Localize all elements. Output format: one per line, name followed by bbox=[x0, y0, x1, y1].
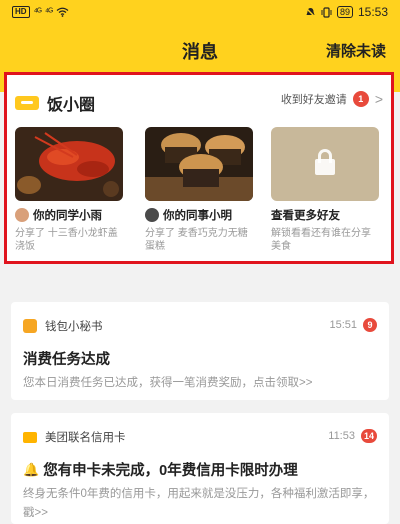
fan-circle-header: 饭小圈 bbox=[15, 91, 95, 115]
signal-icon-2: ⁴ᴳ bbox=[44, 6, 53, 18]
friend-share-desc: 分享了 麦香巧克力无糖蛋糕 bbox=[145, 228, 248, 252]
clear-unread-button[interactable]: 清除未读 bbox=[326, 40, 386, 61]
credit-card-icon bbox=[23, 431, 37, 443]
message-title: 消费任务达成 bbox=[23, 352, 110, 368]
message-title: 🔔 您有申卡未完成，0年费信用卡限时办理 bbox=[23, 461, 298, 480]
avatar bbox=[145, 208, 159, 222]
friend-share-desc: 分享了 十三香小龙虾盖浇饭 bbox=[15, 228, 118, 252]
friend-name: 你的同学小雨 bbox=[33, 210, 102, 222]
friend-share-card[interactable]: 你的同学小雨 分享了 十三香小龙虾盖浇饭 bbox=[15, 127, 123, 253]
mute-bell-icon bbox=[305, 7, 316, 17]
signal-icon: ⁴ᴳ bbox=[33, 6, 42, 18]
wifi-icon bbox=[56, 7, 69, 17]
invite-count-badge: 1 bbox=[352, 91, 369, 107]
friend-invite-label: 收到好友邀请 bbox=[280, 94, 347, 106]
hd-badge: HD bbox=[12, 6, 30, 18]
wallet-icon bbox=[23, 319, 37, 333]
crayfish-photo bbox=[15, 127, 123, 201]
fan-circle-card: 饭小圈 收到好友邀请 1 > 你的同学小雨 分享了 十三香小龙虾盖浇饭 你的同事… bbox=[4, 72, 394, 264]
message-time: 15:51 bbox=[329, 319, 357, 331]
fan-circle-title: 饭小圈 bbox=[47, 97, 96, 114]
clock: 15:53 bbox=[357, 5, 388, 19]
message-sender: 美团联名信用卡 bbox=[45, 432, 126, 444]
vibrate-icon bbox=[321, 6, 332, 18]
more-friends-desc: 解锁看看还有谁在分享美食 bbox=[271, 228, 371, 252]
avatar bbox=[15, 208, 29, 222]
friend-invite-link[interactable]: 收到好友邀请 1 > bbox=[281, 91, 383, 107]
more-friends-title: 查看更多好友 bbox=[271, 210, 340, 222]
message-body: 终身无条件0年费的信用卡，用起来就是没压力，各种福利激活即享，戳>> bbox=[23, 488, 375, 519]
message-item[interactable]: 钱包小秘书 15:51 9 消费任务达成 您本日消费任务已达成，获得一笔消费奖励… bbox=[11, 302, 389, 400]
more-friends-card[interactable]: 查看更多好友 解锁看看还有谁在分享美食 bbox=[271, 127, 379, 253]
unread-badge: 14 bbox=[360, 429, 377, 443]
chocolate-cake-photo bbox=[145, 127, 253, 201]
fan-circle-logo-icon bbox=[15, 96, 39, 110]
friend-share-card[interactable]: 你的同事小明 分享了 麦香巧克力无糖蛋糕 bbox=[145, 127, 253, 253]
unread-badge: 9 bbox=[363, 318, 377, 332]
friend-name: 你的同事小明 bbox=[163, 210, 232, 222]
blurred-photo bbox=[271, 127, 379, 201]
bell-icon: 🔔 bbox=[23, 461, 40, 477]
message-body: 您本日消费任务已达成，获得一笔消费奖励，点击领取>> bbox=[23, 377, 313, 389]
battery-icon: 89 bbox=[336, 6, 353, 18]
message-item[interactable]: 美团联名信用卡 11:53 14 🔔 您有申卡未完成，0年费信用卡限时办理 终身… bbox=[11, 413, 389, 524]
status-bar: HD ⁴ᴳ ⁴ᴳ 89 15:53 bbox=[0, 0, 400, 24]
message-sender: 钱包小秘书 bbox=[45, 321, 103, 333]
message-time: 11:53 bbox=[328, 430, 355, 442]
chevron-right-icon: > bbox=[374, 91, 383, 107]
